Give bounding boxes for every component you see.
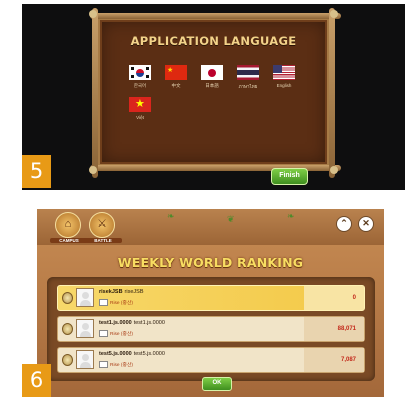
ranking-row[interactable]: risekJSB riseJSB Rise (중산) 0 bbox=[57, 285, 365, 311]
avatar-body bbox=[80, 300, 91, 306]
language-option-japanese[interactable]: 日本語 bbox=[201, 65, 223, 88]
language-label: 中文 bbox=[171, 83, 181, 88]
language-dialog: APPLICATION LANGUAGE 한국어 ★ 中文 日本語 ภาษาไท… bbox=[89, 8, 341, 178]
trigram-mark bbox=[146, 67, 149, 70]
player-info: Rise (중산) bbox=[99, 330, 133, 338]
china-flag-icon: ★ bbox=[167, 67, 174, 74]
language-label: English bbox=[276, 83, 292, 88]
player-school: Rise (중산) bbox=[110, 363, 133, 368]
battle-icon: ⚔ bbox=[97, 218, 107, 230]
top-bar: ❧ ❦ ❧ ⌂ CAMPUS ⚔ BATTLE ⌃ ✕ bbox=[37, 209, 384, 245]
player-school: Rise (중산) bbox=[110, 301, 133, 306]
avatar-head bbox=[82, 354, 89, 361]
frame-stick-left bbox=[92, 8, 98, 178]
rope-knot bbox=[330, 10, 338, 18]
player-info: Rise (중산) bbox=[99, 299, 133, 307]
player-id: test5.js.0000 bbox=[99, 351, 132, 357]
language-label: 日本語 bbox=[205, 83, 219, 88]
player-school: Rise (중산) bbox=[110, 332, 133, 337]
ranking-row[interactable]: test1.js.0000 test1.js.0000 Rise (중산) 88,… bbox=[57, 316, 365, 342]
rank-medal-icon bbox=[62, 292, 73, 304]
language-option-korean[interactable]: 한국어 bbox=[129, 65, 151, 88]
leaf-decoration-icon: ❧ bbox=[167, 211, 175, 221]
language-option-english[interactable]: English bbox=[273, 65, 295, 88]
player-name: test1.js.0000 test1.js.0000 bbox=[99, 320, 165, 326]
vietnam-flag-icon: ★ bbox=[135, 98, 145, 110]
player-nickname: test1.js.0000 bbox=[133, 320, 165, 326]
player-info: Rise (중산) bbox=[99, 361, 133, 369]
south-korea-flag-icon bbox=[99, 330, 108, 338]
leaf-decoration-icon: ❦ bbox=[227, 214, 235, 224]
japan-flag-icon bbox=[208, 68, 216, 77]
ranking-title: WEEKLY WORLD RANKING bbox=[117, 255, 304, 270]
ranking-row[interactable]: test5.js.0000 test5.js.0000 Rise (중산) 7,0… bbox=[57, 347, 365, 373]
ranking-screenshot-panel: ❧ ❦ ❧ ⌂ CAMPUS ⚔ BATTLE ⌃ ✕ WEEKLY WORLD… bbox=[37, 209, 384, 397]
step-badge-5: 5 bbox=[22, 155, 51, 188]
language-option-vietnamese[interactable]: ★ Việt bbox=[129, 97, 151, 120]
south-korea-flag-icon bbox=[99, 299, 108, 307]
campus-icon: ⌂ bbox=[64, 218, 72, 230]
trigram-mark bbox=[131, 67, 134, 70]
finish-button[interactable]: Finish bbox=[271, 168, 308, 185]
language-option-chinese[interactable]: ★ 中文 bbox=[165, 65, 187, 88]
language-label: Việt bbox=[136, 115, 144, 120]
frame-stick-top bbox=[90, 13, 341, 19]
battle-label: BATTLE bbox=[84, 238, 122, 243]
player-id: test1.js.0000 bbox=[99, 320, 132, 326]
usa-flag-icon bbox=[273, 65, 282, 73]
avatar bbox=[76, 350, 94, 369]
avatar-head bbox=[82, 292, 89, 299]
step-badge-6: 6 bbox=[22, 364, 51, 397]
rank-medal-icon bbox=[62, 323, 73, 335]
dialog-title: APPLICATION LANGUAGE bbox=[130, 34, 297, 48]
rank-medal-icon bbox=[62, 354, 73, 366]
rope-knot bbox=[89, 10, 97, 18]
player-nickname: test5.js.0000 bbox=[133, 351, 165, 357]
south-korea-flag-icon bbox=[99, 361, 108, 369]
avatar bbox=[76, 288, 94, 307]
player-nickname: riseJSB bbox=[124, 289, 144, 295]
chevron-up-icon[interactable]: ⌃ bbox=[336, 216, 352, 232]
language-option-thai[interactable]: ภาษาไทย bbox=[237, 65, 259, 89]
player-score: 7,087 bbox=[340, 357, 356, 363]
avatar-body bbox=[80, 362, 91, 368]
rope-knot bbox=[330, 166, 338, 174]
south-korea-flag-icon bbox=[136, 68, 144, 77]
player-id: risekJSB bbox=[99, 289, 123, 295]
language-label: 한국어 bbox=[133, 83, 147, 88]
trigram-mark bbox=[131, 75, 134, 78]
battle-button[interactable]: ⚔ BATTLE bbox=[84, 212, 122, 243]
player-name: risekJSB riseJSB bbox=[99, 289, 144, 295]
avatar bbox=[76, 319, 94, 338]
language-label: ภาษาไทย bbox=[238, 84, 258, 89]
campus-label: CAMPUS bbox=[50, 238, 88, 243]
avatar-head bbox=[82, 323, 89, 330]
frame-stick-right bbox=[329, 8, 335, 178]
leaf-decoration-icon: ❧ bbox=[287, 211, 295, 221]
rope-knot bbox=[89, 166, 97, 174]
ok-button[interactable]: OK bbox=[202, 377, 232, 391]
ranking-board: risekJSB riseJSB Rise (중산) 0 test1.js.000… bbox=[47, 277, 375, 381]
avatar-body bbox=[80, 331, 91, 337]
player-score: 88,071 bbox=[337, 326, 356, 332]
trigram-mark bbox=[146, 75, 149, 78]
campus-button[interactable]: ⌂ CAMPUS bbox=[50, 212, 88, 243]
language-screenshot-panel: APPLICATION LANGUAGE 한국어 ★ 中文 日本語 ภาษาไท… bbox=[22, 4, 405, 190]
player-name: test5.js.0000 test5.js.0000 bbox=[99, 351, 165, 357]
player-score: 0 bbox=[352, 295, 356, 301]
close-icon[interactable]: ✕ bbox=[358, 216, 374, 232]
